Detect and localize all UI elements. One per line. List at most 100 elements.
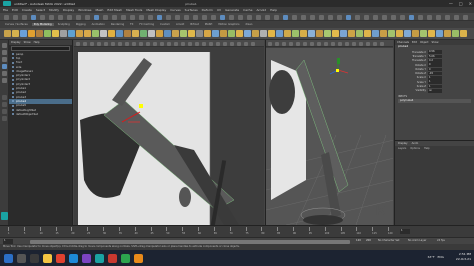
shelf-tool-icon[interactable] [44, 30, 51, 37]
shelf-tool-icon[interactable] [156, 30, 163, 37]
range-start-field[interactable]: 1 [3, 239, 13, 244]
status-line-icon[interactable] [391, 14, 396, 20]
status-line-icon[interactable] [76, 14, 81, 20]
anim-layer[interactable]: No Anim Layer [408, 239, 426, 242]
shelf-tab[interactable]: FX Caching [137, 23, 156, 26]
status-line-icon[interactable] [310, 14, 315, 20]
start-icon[interactable] [4, 253, 13, 263]
shelf-tool-icon[interactable] [132, 30, 139, 37]
layers-anim-tab[interactable]: Anim [412, 142, 419, 145]
shelf-tool-icon[interactable] [212, 30, 219, 37]
shelf-tool-icon[interactable] [372, 30, 379, 37]
shelf-tab[interactable]: Arnold [174, 23, 186, 26]
shelf-tool-icon[interactable] [108, 30, 115, 37]
shelf-tool-icon[interactable] [420, 30, 427, 37]
shelf-tool-icon[interactable] [292, 30, 299, 37]
channel-value[interactable]: 1 [428, 84, 442, 89]
weather-text[interactable]: 63°F [428, 255, 435, 259]
channel-value[interactable]: 5.06 [428, 54, 442, 59]
move-tool-icon[interactable] [2, 64, 7, 69]
channel-value[interactable]: 0 [428, 67, 442, 72]
status-line-icon[interactable] [400, 14, 405, 20]
clock[interactable]: 2:51 PM 22-Oct-21 [456, 252, 471, 262]
status-line-icon[interactable] [382, 14, 387, 20]
fps-select[interactable]: 24 fps [437, 239, 445, 242]
app-icon-green[interactable] [121, 253, 130, 263]
status-line-icon[interactable] [292, 14, 297, 20]
status-line-icon[interactable] [121, 14, 126, 20]
shelf-tool-icon[interactable] [204, 30, 211, 37]
menu-item[interactable]: Arnold [256, 8, 266, 12]
range-end-field[interactable]: 120 [356, 239, 361, 242]
menu-item[interactable]: UV [217, 8, 221, 12]
viewport-persp[interactable]: K [265, 40, 393, 225]
menu-item[interactable]: Generate [225, 8, 239, 12]
shelf-tool-icon[interactable] [84, 30, 91, 37]
shelf-tool-icon[interactable] [12, 30, 19, 37]
status-line-icon[interactable] [355, 14, 360, 20]
status-line-icon[interactable] [274, 14, 279, 20]
status-line-icon[interactable] [31, 14, 36, 20]
shelf-tool-icon[interactable] [252, 30, 259, 37]
edge-icon[interactable] [69, 253, 78, 263]
shelf-tool-icon[interactable] [52, 30, 59, 37]
shelf-tab[interactable]: Poly Modeling [31, 23, 54, 26]
channel-value[interactable]: 0 [428, 63, 442, 67]
status-line-icon[interactable] [85, 14, 90, 20]
status-line-icon[interactable] [328, 14, 333, 20]
status-line-icon[interactable] [319, 14, 324, 20]
menu-item[interactable]: Windows [78, 8, 91, 12]
outliner-help-menu[interactable]: Help [34, 41, 40, 44]
shelf-tool-icon[interactable] [268, 30, 275, 37]
status-line-icon[interactable] [58, 14, 63, 20]
status-line-icon[interactable] [337, 14, 342, 20]
shelf-tool-icon[interactable] [172, 30, 179, 37]
channel-value[interactable]: 0.2 [428, 58, 442, 63]
shelf-tool-icon[interactable] [284, 30, 291, 37]
shelf-tab[interactable]: Custom [158, 23, 172, 26]
app-icon-orange[interactable] [134, 253, 143, 263]
shelf-tool-icon[interactable] [444, 30, 451, 37]
layout-outliner-icon[interactable] [2, 116, 7, 121]
status-line-icon[interactable] [346, 14, 351, 20]
shelf-tab[interactable]: FX [128, 23, 135, 26]
shelf-tool-icon[interactable] [308, 30, 315, 37]
status-line-icon[interactable] [22, 14, 27, 20]
shelf-tab[interactable]: Rendering [109, 23, 126, 26]
menu-item[interactable]: Modify [49, 8, 59, 12]
maximize-button[interactable]: □ [459, 1, 463, 6]
object-menu[interactable]: Object [420, 41, 428, 44]
shelf-tool-icon[interactable] [124, 30, 131, 37]
shelf-tab[interactable]: Motion Graphics [216, 23, 241, 26]
shelf-tool-icon[interactable] [356, 30, 363, 37]
rotate-tool-icon[interactable] [2, 71, 7, 76]
shelf-tool-icon[interactable] [380, 30, 387, 37]
shelf-tool-icon[interactable] [260, 30, 267, 37]
shelf-tab[interactable]: Bifrost [188, 23, 200, 26]
shelf-tool-icon[interactable] [300, 30, 307, 37]
shelf-tool-icon[interactable] [164, 30, 171, 37]
menu-item[interactable]: Edit Mesh [107, 8, 122, 12]
status-line-icon[interactable] [4, 14, 9, 20]
shelf-tool-icon[interactable] [348, 30, 355, 37]
channel-row[interactable]: Visibility on [395, 89, 474, 93]
shelf-tool-icon[interactable] [244, 30, 251, 37]
search-icon[interactable] [17, 253, 26, 263]
viewport-side[interactable] [74, 40, 264, 225]
status-line-icon[interactable] [427, 14, 432, 20]
shelf-tool-icon[interactable] [140, 30, 147, 37]
status-line-icon[interactable] [463, 14, 468, 20]
outliner-search-field[interactable] [11, 46, 70, 51]
time-slider[interactable]: 1 5 10 15 20 25 30 35 40 45 50 55 60 65 70 75 80 85 90 95 10… [0, 225, 474, 237]
select-tool-icon[interactable] [2, 43, 7, 48]
status-line-icon[interactable] [364, 14, 369, 20]
shelf-tab[interactable]: Curves / Surfaces [3, 23, 30, 26]
menu-item[interactable]: Curves [170, 8, 180, 12]
layout-single-icon[interactable] [2, 95, 7, 100]
status-line-icon[interactable] [211, 14, 216, 20]
shelf-tool-icon[interactable] [452, 30, 459, 37]
paint-select-icon[interactable] [2, 57, 7, 62]
status-line-icon[interactable] [283, 14, 288, 20]
shelf-tool-icon[interactable] [412, 30, 419, 37]
layout-four-icon[interactable] [2, 102, 7, 107]
